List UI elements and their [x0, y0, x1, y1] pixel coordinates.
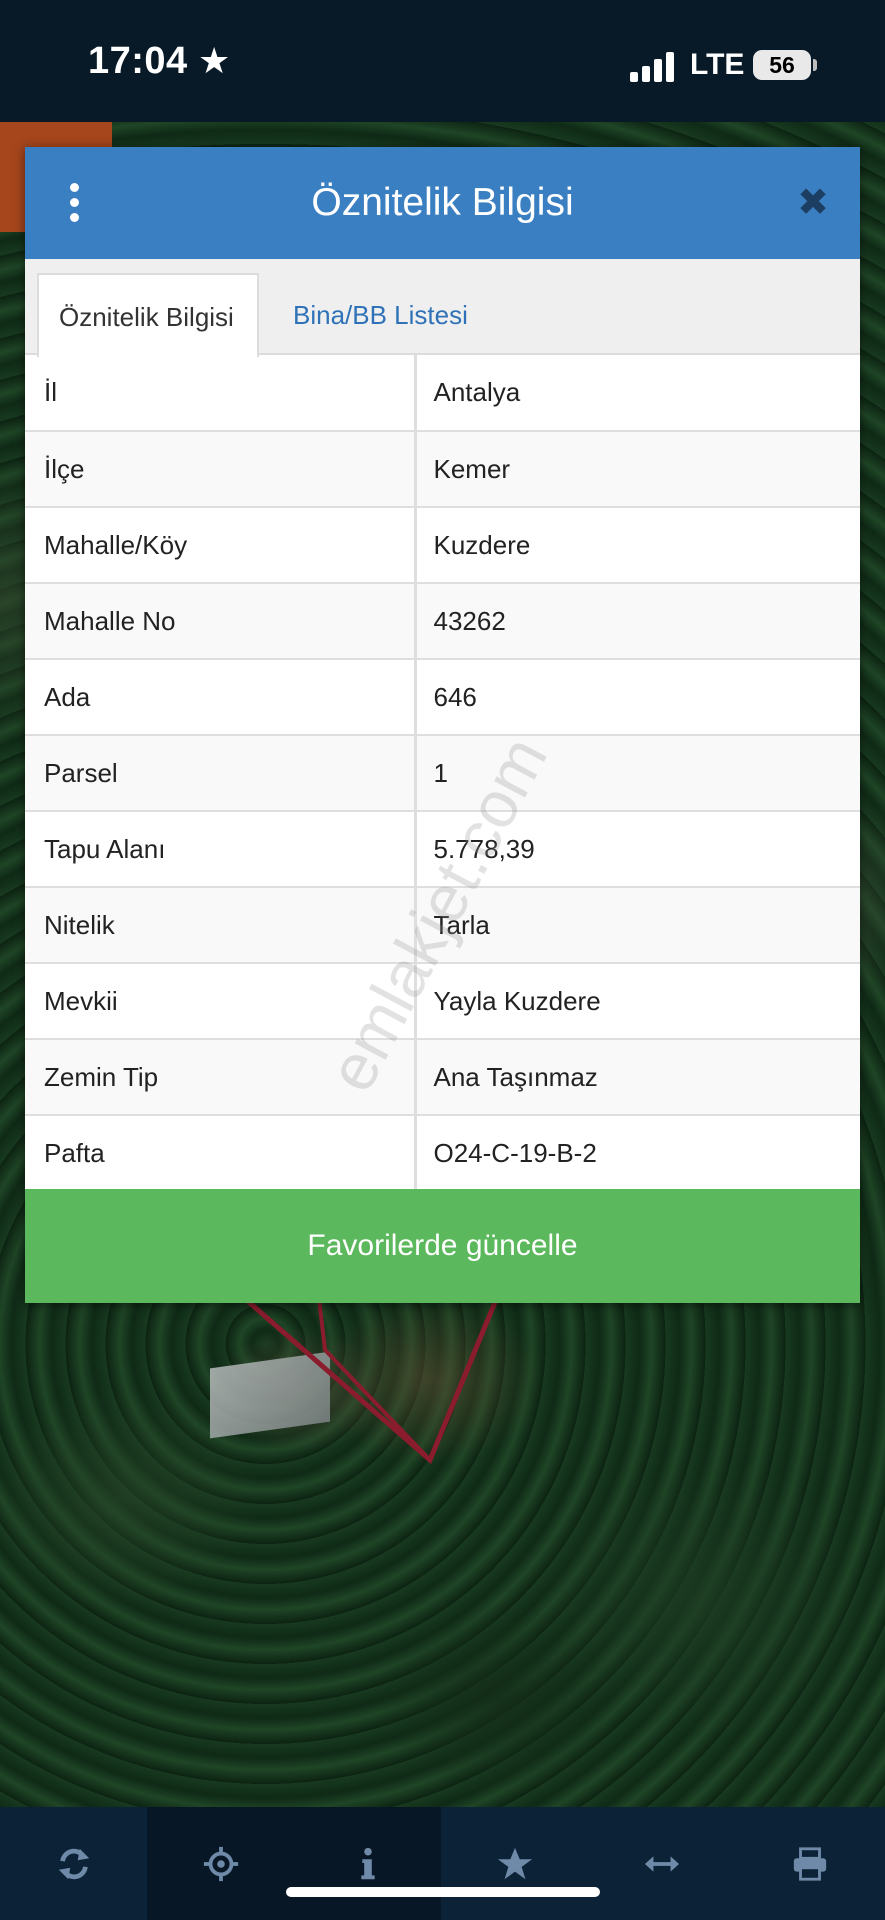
attribute-key: Ada	[25, 658, 417, 735]
attribute-key: Parsel	[25, 734, 417, 811]
tab-building-list[interactable]: Bina/BB Listesi	[273, 273, 488, 357]
favorites-button[interactable]	[441, 1807, 588, 1920]
attribute-value: O24-C-19-B-2	[415, 1114, 860, 1191]
locate-button[interactable]	[147, 1807, 294, 1920]
measure-button[interactable]	[588, 1807, 735, 1920]
refresh-icon	[58, 1848, 89, 1879]
attribute-key: Mahalle No	[25, 582, 417, 659]
attribute-value: Yayla Kuzdere	[415, 962, 860, 1039]
print-button[interactable]	[735, 1807, 885, 1920]
status-bar: 17:04 ★ LTE 56	[0, 0, 885, 122]
table-row: İlçe Kemer	[25, 430, 860, 507]
attribute-table: İl Antalya İlçe Kemer Mahalle/Köy Kuzdere Maha…	[25, 355, 860, 1191]
dialog-tabs: Öznitelik Bilgisi Bina/BB Listesi	[25, 259, 860, 357]
star-icon: ★	[198, 40, 231, 81]
attribute-key: Pafta	[25, 1114, 417, 1191]
table-row: Pafta O24-C-19-B-2	[25, 1114, 860, 1191]
table-row: Zemin Tip Ana Taşınmaz	[25, 1038, 860, 1115]
info-icon	[360, 1847, 375, 1879]
table-row: Mahalle/Köy Kuzdere	[25, 506, 860, 583]
attribute-key: İlçe	[25, 430, 417, 507]
status-time: 17:04	[88, 40, 188, 82]
attribute-value: 646	[415, 658, 860, 735]
attribute-value: Antalya	[433, 377, 521, 407]
info-button[interactable]	[294, 1807, 441, 1920]
attribute-key: İl	[25, 355, 417, 431]
table-row: Mahalle No 43262	[25, 582, 860, 659]
parcel-outline	[233, 1290, 503, 1465]
table-row: Parsel 1	[25, 734, 860, 811]
measure-icon	[644, 1855, 679, 1872]
dialog-title: Öznitelik Bilgisi	[311, 181, 574, 224]
locate-icon	[203, 1846, 238, 1881]
attribute-value: Kemer	[415, 430, 860, 507]
tab-attribute-info[interactable]: Öznitelik Bilgisi	[37, 273, 259, 357]
attribute-value: Kuzdere	[415, 506, 860, 583]
attribute-key: Nitelik	[25, 886, 417, 963]
more-menu-icon[interactable]	[65, 183, 85, 223]
network-type: LTE	[690, 48, 745, 81]
print-icon	[793, 1846, 827, 1881]
battery-icon: 56	[753, 50, 811, 80]
home-indicator[interactable]	[286, 1887, 600, 1897]
signal-icon	[630, 50, 676, 82]
attribute-value: Ana Taşınmaz	[415, 1038, 860, 1115]
table-row: Ada 646	[25, 658, 860, 735]
star-icon	[497, 1847, 532, 1879]
bottom-toolbar	[0, 1807, 885, 1920]
attribute-dialog: Öznitelik Bilgisi ✖ Öznitelik Bilgisi Bi…	[25, 147, 860, 1303]
battery-tip	[813, 59, 817, 71]
attribute-value: 43262	[415, 582, 860, 659]
attribute-key: Tapu Alanı	[25, 810, 417, 887]
dialog-header: Öznitelik Bilgisi ✖	[25, 147, 860, 259]
close-icon[interactable]: ✖	[793, 183, 833, 223]
update-favorites-button[interactable]: Favorilerde güncelle	[25, 1189, 860, 1303]
attribute-key: Mahalle/Köy	[25, 506, 417, 583]
refresh-button[interactable]	[0, 1807, 147, 1920]
table-row: İl Antalya	[25, 355, 860, 431]
